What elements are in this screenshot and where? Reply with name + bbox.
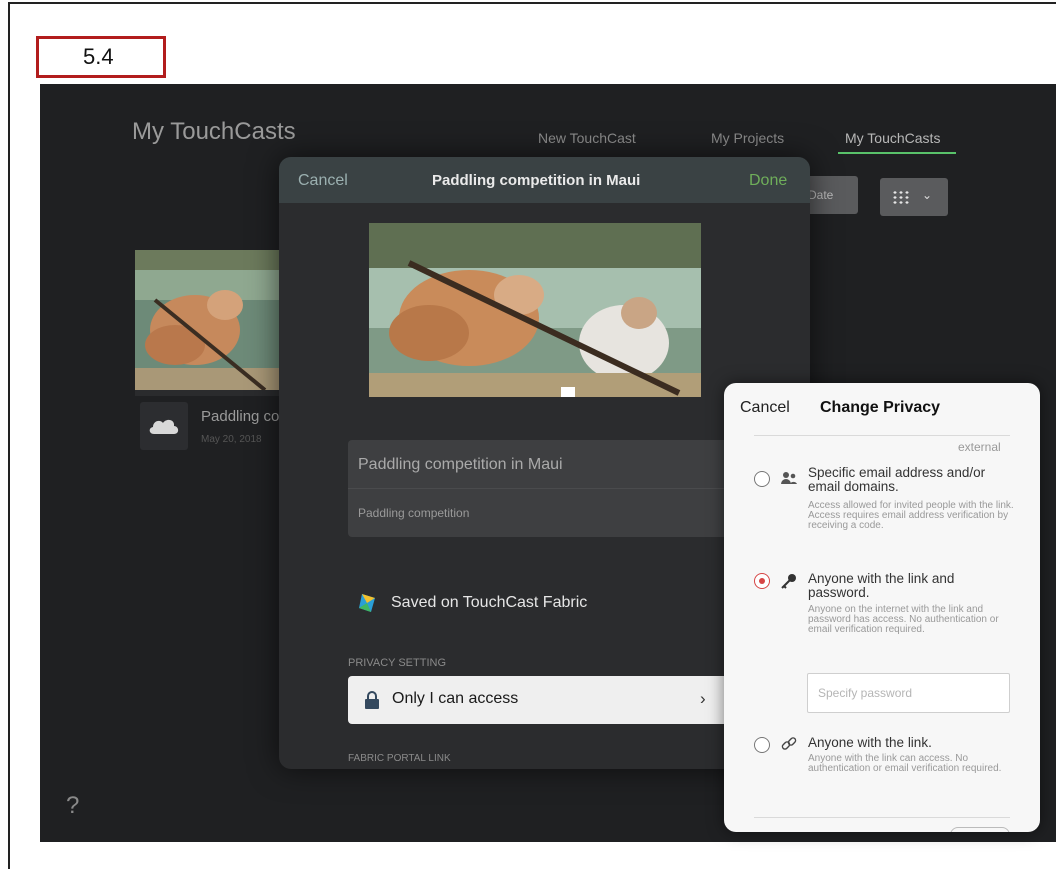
step-badge: 5.4: [36, 36, 166, 78]
frame-border-left: [8, 2, 10, 869]
modal-done-button[interactable]: Done: [749, 172, 787, 190]
nav-active-indicator: [838, 152, 956, 154]
privacy-setting-label: PRIVACY SETTING: [348, 657, 447, 669]
saved-status: Saved on TouchCast Fabric: [391, 594, 588, 611]
users-icon: [781, 472, 797, 484]
section-hint: external: [958, 440, 1001, 454]
privacy-setting-value: Only I can access: [392, 690, 519, 707]
radio-email[interactable]: [754, 471, 770, 487]
frame-border-top: [8, 2, 1056, 4]
grid-icon: [892, 190, 910, 204]
cloud-status-box: [140, 402, 188, 450]
chevron-right-icon: ›: [700, 689, 706, 708]
change-privacy-popover: Cancel Change Privacy external Specific …: [724, 383, 1040, 832]
view-toggle-button[interactable]: ⌄: [880, 178, 948, 216]
option-link-and-password-title[interactable]: Anyone with the link and password.: [808, 572, 1018, 600]
chevron-down-icon: ⌄: [922, 188, 933, 202]
project-card-title[interactable]: Paddling co: [201, 408, 279, 425]
description-field[interactable]: Paddling competition: [358, 506, 469, 520]
popover-cancel-button[interactable]: Cancel: [740, 399, 790, 417]
nav-my-touchcasts[interactable]: My TouchCasts: [845, 130, 940, 146]
nav-new-touchcast[interactable]: New TouchCast: [538, 130, 636, 146]
option-link-title[interactable]: Anyone with the link.: [808, 736, 1018, 750]
fabric-portal-link-label: FABRIC PORTAL LINK: [348, 753, 451, 764]
lock-icon: [365, 691, 379, 709]
sort-date-label: Date: [808, 188, 834, 202]
fabric-logo-icon: [359, 594, 375, 612]
title-field[interactable]: Paddling competition in Maui: [358, 456, 563, 474]
option-email-title[interactable]: Specific email address and/or email doma…: [808, 466, 1018, 494]
paddler-photo-thumb: [135, 250, 285, 396]
option-link-description: Anyone with the link can access. No auth…: [808, 753, 1002, 774]
key-icon: [781, 574, 796, 589]
radio-link[interactable]: [754, 737, 770, 753]
modal-header: Cancel Paddling competition in Maui Done: [279, 157, 810, 203]
radio-link-and-password[interactable]: [754, 573, 770, 589]
project-card-date: May 20, 2018: [201, 434, 262, 445]
paddler-photo: [369, 223, 701, 401]
modal-title: Paddling competition in Maui: [432, 172, 641, 189]
project-preview-image: [369, 223, 701, 401]
popover-bottom-divider: [754, 817, 1010, 818]
link-icon: [781, 737, 797, 750]
page-title: My TouchCasts: [132, 118, 296, 145]
project-thumbnail[interactable]: [135, 250, 285, 396]
popover-title: Change Privacy: [820, 399, 941, 416]
popover-divider: [754, 435, 1010, 436]
popover-bottom-button[interactable]: [950, 827, 1010, 832]
modal-cancel-button[interactable]: Cancel: [298, 172, 348, 190]
screenshot-frame: 5.4 My TouchCasts New TouchCast My Proje…: [0, 0, 1056, 869]
option-link-and-password-description: Anyone on the internet with the link and…: [808, 604, 999, 635]
nav-my-projects[interactable]: My Projects: [711, 130, 784, 146]
option-email-description: Access allowed for invited people with t…: [808, 500, 1014, 531]
help-button[interactable]: ?: [66, 792, 79, 820]
password-input[interactable]: [807, 673, 1010, 713]
cloud-icon: [149, 419, 179, 434]
